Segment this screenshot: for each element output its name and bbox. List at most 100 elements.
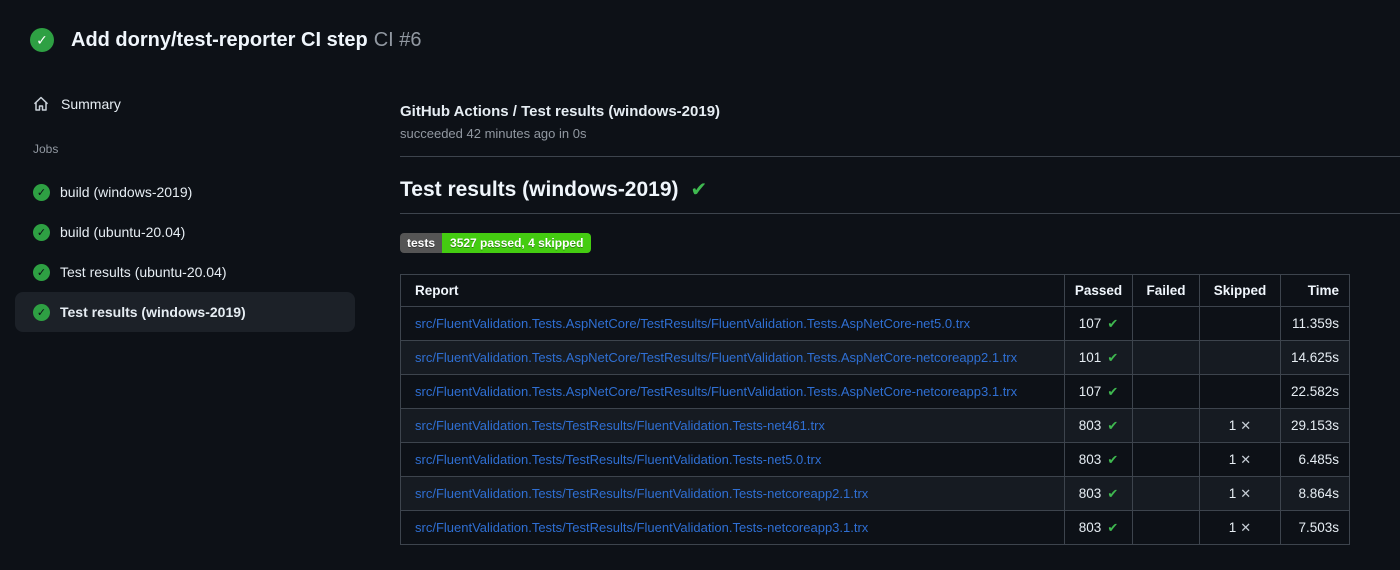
job-success-icon: ✓	[33, 303, 50, 321]
job-success-icon: ✓	[33, 183, 50, 201]
passed-cell: 803 ✔	[1064, 510, 1133, 545]
jobs-section-label: Jobs	[33, 142, 59, 156]
passed-check-icon: ✔	[1107, 349, 1119, 365]
table-row: src/FluentValidation.Tests/TestResults/F…	[400, 476, 1350, 511]
check-title: GitHub Actions / Test results (windows-2…	[400, 103, 721, 120]
passed-check-icon: ✔	[1107, 519, 1119, 535]
table-row: src/FluentValidation.Tests/TestResults/F…	[400, 510, 1350, 545]
report-link[interactable]: src/FluentValidation.Tests/TestResults/F…	[415, 452, 821, 467]
job-label: build (ubuntu-20.04)	[60, 224, 186, 240]
sidebar-item-job[interactable]: ✓ build (ubuntu-20.04)	[15, 212, 355, 252]
sidebar-item-summary[interactable]: Summary	[0, 86, 400, 122]
job-success-icon: ✓	[33, 263, 50, 281]
skipped-count: 1	[1228, 451, 1237, 467]
report-cell: src/FluentValidation.Tests/TestResults/F…	[400, 442, 1065, 477]
passed-cell: 107 ✔	[1064, 374, 1133, 409]
failed-cell	[1132, 476, 1200, 511]
job-label: Test results (ubuntu-20.04)	[60, 264, 227, 280]
table-row: src/FluentValidation.Tests.AspNetCore/Te…	[400, 340, 1350, 375]
run-title: Add dorny/test-reporter CI step	[71, 28, 368, 51]
heading-check-icon: ✔	[690, 179, 708, 201]
table-header-row: Report Passed Failed Skipped Time	[400, 274, 1350, 307]
report-link[interactable]: src/FluentValidation.Tests/TestResults/F…	[415, 418, 825, 433]
passed-check-icon: ✔	[1107, 383, 1119, 399]
failed-cell	[1132, 340, 1200, 375]
passed-cell: 107 ✔	[1064, 306, 1133, 341]
report-link[interactable]: src/FluentValidation.Tests.AspNetCore/Te…	[415, 316, 970, 331]
report-cell: src/FluentValidation.Tests/TestResults/F…	[400, 476, 1065, 511]
badge-label: tests	[400, 233, 443, 253]
skipped-count: 1	[1228, 417, 1237, 433]
skipped-count: 1	[1228, 519, 1237, 535]
column-header-passed: Passed	[1064, 274, 1133, 307]
passed-check-icon: ✔	[1107, 315, 1119, 331]
job-label: build (windows-2019)	[60, 184, 193, 200]
skipped-cell: 1 ✕	[1199, 510, 1281, 545]
summary-label: Summary	[61, 96, 121, 112]
report-cell: src/FluentValidation.Tests.AspNetCore/Te…	[400, 340, 1065, 375]
passed-count: 107	[1078, 383, 1102, 399]
report-cell: src/FluentValidation.Tests/TestResults/F…	[400, 408, 1065, 443]
passed-count: 101	[1078, 349, 1102, 365]
passed-cell: 101 ✔	[1064, 340, 1133, 375]
report-link[interactable]: src/FluentValidation.Tests.AspNetCore/Te…	[415, 384, 1017, 399]
success-check-circle-icon: ✓	[30, 28, 54, 52]
skipped-cell: 1 ✕	[1199, 442, 1281, 477]
sidebar-jobs-list: ✓ build (windows-2019) ✓ build (ubuntu-20.0…	[0, 172, 400, 332]
failed-cell	[1132, 374, 1200, 409]
passed-cell: 803 ✔	[1064, 476, 1133, 511]
tests-badge: tests 3527 passed, 4 skipped	[400, 233, 592, 253]
skipped-x-icon: ✕	[1240, 417, 1252, 433]
skipped-cell	[1199, 306, 1281, 341]
section-heading: Test results (windows-2019) ✔	[400, 175, 1400, 214]
sidebar-item-job[interactable]: ✓ build (windows-2019)	[15, 172, 355, 212]
report-cell: src/FluentValidation.Tests/TestResults/F…	[400, 510, 1065, 545]
skipped-cell: 1 ✕	[1199, 408, 1281, 443]
sidebar-item-job[interactable]: ✓ Test results (windows-2019)	[15, 292, 355, 332]
column-header-time: Time	[1280, 274, 1350, 307]
failed-cell	[1132, 510, 1200, 545]
failed-cell	[1132, 306, 1200, 341]
table-row: src/FluentValidation.Tests.AspNetCore/Te…	[400, 306, 1350, 341]
time-cell: 14.625s	[1280, 340, 1350, 375]
skipped-cell: 1 ✕	[1199, 476, 1281, 511]
report-link[interactable]: src/FluentValidation.Tests/TestResults/F…	[415, 486, 868, 501]
report-link[interactable]: src/FluentValidation.Tests/TestResults/F…	[415, 520, 868, 535]
passed-cell: 803 ✔	[1064, 442, 1133, 477]
column-header-report: Report	[400, 274, 1065, 307]
run-number: CI #6	[373, 28, 422, 51]
sidebar-item-job[interactable]: ✓ Test results (ubuntu-20.04)	[15, 252, 355, 292]
home-icon	[33, 96, 49, 111]
time-cell: 7.503s	[1280, 510, 1350, 545]
passed-check-icon: ✔	[1107, 451, 1119, 467]
passed-count: 803	[1078, 485, 1102, 501]
main-content: GitHub Actions / Test results (windows-2…	[400, 76, 1400, 545]
skipped-cell	[1199, 340, 1281, 375]
job-label: Test results (windows-2019)	[60, 304, 246, 320]
time-cell: 29.153s	[1280, 408, 1350, 443]
check-meta: GitHub Actions / Test results (windows-2…	[400, 103, 1400, 142]
job-success-icon: ✓	[33, 223, 50, 241]
passed-check-icon: ✔	[1107, 417, 1119, 433]
table-row: src/FluentValidation.Tests/TestResults/F…	[400, 408, 1350, 443]
header-divider	[400, 156, 1400, 157]
report-cell: src/FluentValidation.Tests.AspNetCore/Te…	[400, 374, 1065, 409]
passed-count: 803	[1078, 519, 1102, 535]
passed-count: 107	[1078, 315, 1102, 331]
skipped-x-icon: ✕	[1240, 519, 1252, 535]
passed-check-icon: ✔	[1107, 485, 1119, 501]
time-cell: 8.864s	[1280, 476, 1350, 511]
skipped-cell	[1199, 374, 1281, 409]
passed-count: 803	[1078, 451, 1102, 467]
passed-cell: 803 ✔	[1064, 408, 1133, 443]
time-cell: 11.359s	[1280, 306, 1350, 341]
time-cell: 6.485s	[1280, 442, 1350, 477]
badge-value: 3527 passed, 4 skipped	[442, 233, 592, 253]
run-header: ✓ Add dorny/test-reporter CI step CI #6	[0, 0, 1400, 52]
section-heading-text: Test results (windows-2019)	[400, 178, 679, 201]
check-status-text: succeeded 42 minutes ago in 0s	[400, 126, 587, 141]
skipped-count: 1	[1228, 485, 1237, 501]
report-cell: src/FluentValidation.Tests.AspNetCore/Te…	[400, 306, 1065, 341]
failed-cell	[1132, 408, 1200, 443]
report-link[interactable]: src/FluentValidation.Tests.AspNetCore/Te…	[415, 350, 1017, 365]
